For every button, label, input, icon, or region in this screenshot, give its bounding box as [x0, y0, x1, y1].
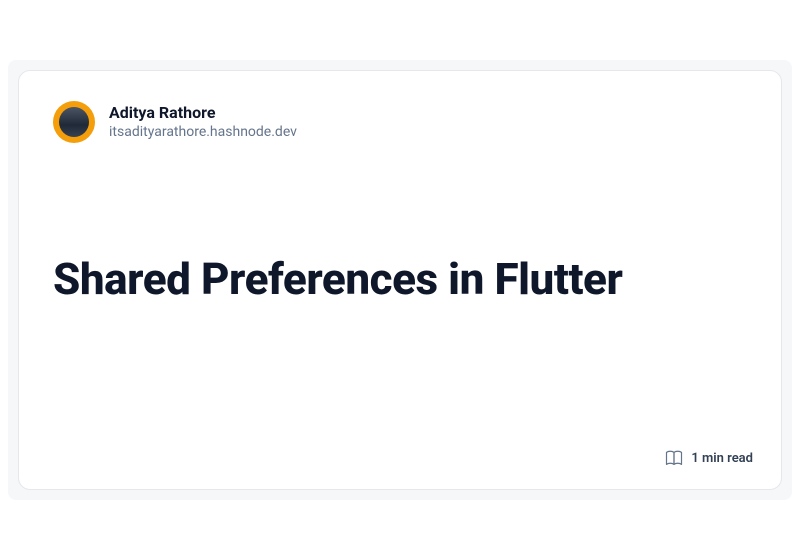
- post-title: Shared Preferences in Flutter: [53, 253, 747, 305]
- avatar-image: [59, 107, 89, 137]
- post-meta: 1 min read: [665, 449, 753, 467]
- author-domain[interactable]: itsadityarathore.hashnode.dev: [109, 123, 297, 141]
- book-open-icon: [665, 449, 683, 467]
- post-card: Aditya Rathore itsadityarathore.hashnode…: [18, 70, 782, 490]
- author-name: Aditya Rathore: [109, 103, 297, 124]
- author-info: Aditya Rathore itsadityarathore.hashnode…: [109, 103, 297, 142]
- author-avatar[interactable]: [53, 101, 95, 143]
- author-header: Aditya Rathore itsadityarathore.hashnode…: [53, 101, 747, 143]
- read-time: 1 min read: [691, 451, 753, 466]
- page-background: Aditya Rathore itsadityarathore.hashnode…: [8, 60, 792, 500]
